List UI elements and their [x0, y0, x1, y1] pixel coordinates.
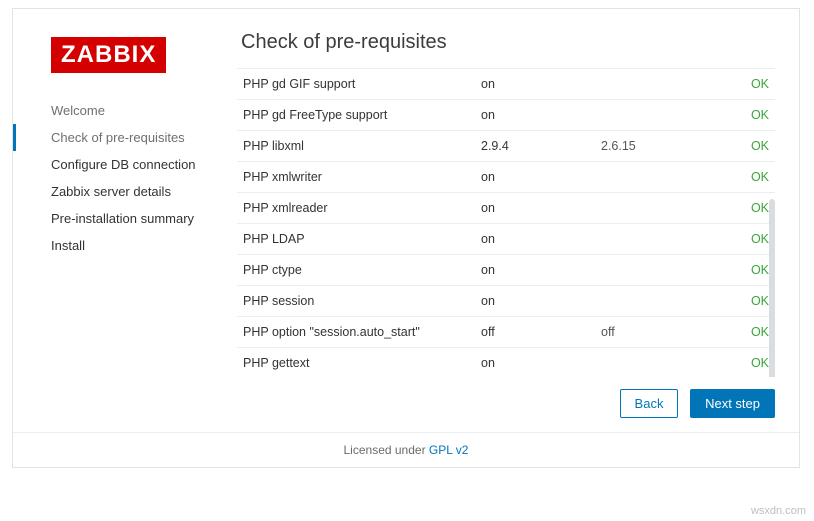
requirement-name: PHP gd GIF support — [237, 69, 475, 100]
requirement-status: OK — [725, 348, 775, 378]
requirement-name: PHP gd FreeType support — [237, 100, 475, 131]
requirement-status: OK — [725, 255, 775, 286]
requirement-required — [595, 348, 725, 378]
requirement-required: off — [595, 317, 725, 348]
requirement-row: PHP sessionon OK — [237, 286, 775, 317]
requirement-required — [595, 100, 725, 131]
nav-item-4[interactable]: Pre-installation summary — [13, 205, 233, 232]
requirement-current: on — [475, 224, 595, 255]
requirement-current: on — [475, 255, 595, 286]
nav-item-5[interactable]: Install — [13, 232, 233, 259]
requirement-status: OK — [725, 162, 775, 193]
wizard-main: ZABBIX WelcomeCheck of pre-requisitesCon… — [13, 9, 799, 432]
requirement-name: PHP option "session.auto_start" — [237, 317, 475, 348]
requirement-required — [595, 224, 725, 255]
requirement-status: OK — [725, 69, 775, 100]
requirement-status: OK — [725, 193, 775, 224]
requirement-status: OK — [725, 100, 775, 131]
requirement-row: PHP option "session.auto_start"offoffOK — [237, 317, 775, 348]
footer-license-link[interactable]: GPL v2 — [429, 443, 469, 457]
requirement-current: 2.9.4 — [475, 131, 595, 162]
nav-item-1[interactable]: Check of pre-requisites — [13, 124, 233, 151]
requirement-name: PHP libxml — [237, 131, 475, 162]
requirements-table: PHP gd GIF supportonOKPHP gd FreeType su… — [237, 69, 775, 377]
requirement-row: PHP gd GIF supporton OK — [237, 69, 775, 100]
page-title: Check of pre-requisites — [237, 31, 775, 54]
requirement-required: 2.6.15 — [595, 131, 725, 162]
requirement-current: on — [475, 100, 595, 131]
requirement-status: OK — [725, 286, 775, 317]
logo: ZABBIX — [51, 37, 166, 73]
next-step-button[interactable]: Next step — [690, 389, 775, 418]
sidebar: ZABBIX WelcomeCheck of pre-requisitesCon… — [13, 9, 233, 432]
footer: Licensed under GPL v2 — [13, 432, 799, 467]
requirement-name: PHP session — [237, 286, 475, 317]
requirement-name: PHP gettext — [237, 348, 475, 378]
requirement-row: PHP gd FreeType supporton OK — [237, 100, 775, 131]
requirement-name: PHP ctype — [237, 255, 475, 286]
requirement-name: PHP LDAP — [237, 224, 475, 255]
requirement-row: PHP LDAPon OK — [237, 224, 775, 255]
requirement-current: on — [475, 69, 595, 100]
requirement-row: PHP xmlreaderon OK — [237, 193, 775, 224]
requirement-required — [595, 193, 725, 224]
requirement-name: PHP xmlreader — [237, 193, 475, 224]
requirement-row: PHP libxml2.9.42.6.15OK — [237, 131, 775, 162]
back-button[interactable]: Back — [620, 389, 679, 418]
requirement-current: on — [475, 348, 595, 378]
requirement-required — [595, 255, 725, 286]
requirement-current: on — [475, 286, 595, 317]
requirement-row: PHP ctypeon OK — [237, 255, 775, 286]
requirement-row: PHP xmlwriteron OK — [237, 162, 775, 193]
requirement-current: off — [475, 317, 595, 348]
requirement-required — [595, 286, 725, 317]
nav-item-3[interactable]: Zabbix server details — [13, 178, 233, 205]
content-area: Check of pre-requisites PHP gd GIF suppo… — [233, 9, 799, 432]
requirement-status: OK — [725, 131, 775, 162]
nav-item-2[interactable]: Configure DB connection — [13, 151, 233, 178]
requirement-current: on — [475, 193, 595, 224]
requirements-table-wrap[interactable]: PHP gd GIF supportonOKPHP gd FreeType su… — [237, 68, 775, 377]
requirement-status: OK — [725, 224, 775, 255]
requirement-required — [595, 162, 725, 193]
requirement-current: on — [475, 162, 595, 193]
wizard-box: ZABBIX WelcomeCheck of pre-requisitesCon… — [12, 8, 800, 468]
requirement-required — [595, 69, 725, 100]
nav-list: WelcomeCheck of pre-requisitesConfigure … — [13, 97, 233, 259]
requirement-status: OK — [725, 317, 775, 348]
button-row: Back Next step — [237, 377, 775, 422]
nav-item-0[interactable]: Welcome — [13, 97, 233, 124]
footer-text: Licensed under — [344, 443, 429, 457]
requirement-row: PHP gettexton OK — [237, 348, 775, 378]
requirements-tbody: PHP gd GIF supportonOKPHP gd FreeType su… — [237, 69, 775, 377]
watermark: wsxdn.com — [751, 505, 806, 517]
requirement-name: PHP xmlwriter — [237, 162, 475, 193]
scrollbar-indicator[interactable] — [769, 199, 775, 377]
